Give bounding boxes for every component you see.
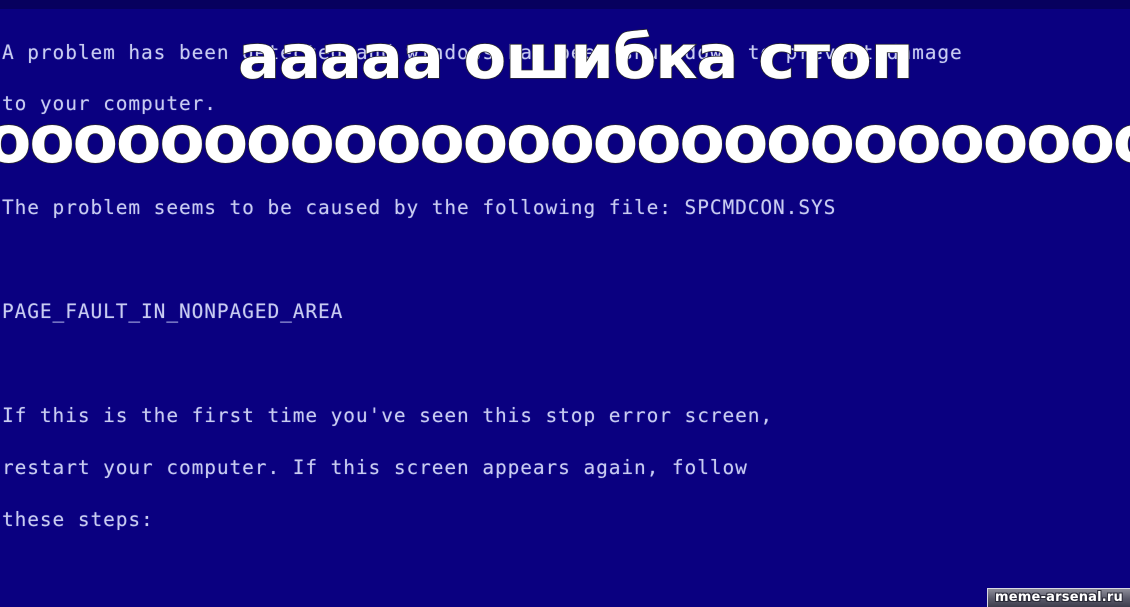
bsod-line-blank (0, 563, 1130, 580)
bsod-line: If this is the first time you've seen th… (2, 403, 774, 427)
watermark-label: meme-arsenal.ru (987, 588, 1130, 607)
meme-overlay-line-2: оооооооооооооооооооооооооооооооо (0, 101, 1130, 178)
bsod-line-blank (0, 251, 1130, 268)
screen-top-band (0, 0, 1130, 9)
bsod-line-faulting-file: The problem seems to be caused by the fo… (2, 196, 837, 220)
meme-overlay-line-1: ааааа ошибка стоп (237, 22, 914, 93)
bsod-line: restart your computer. If this screen ap… (2, 455, 748, 479)
bsod-line-stop-code: PAGE_FAULT_IN_NONPAGED_AREA (2, 300, 344, 324)
bsod-console-text: A problem has been detected and windows … (0, 9, 1130, 607)
bsod-line-blank (0, 355, 1130, 372)
bsod-line: these steps: (2, 507, 154, 531)
bsod-screen: A problem has been detected and windows … (0, 0, 1130, 607)
